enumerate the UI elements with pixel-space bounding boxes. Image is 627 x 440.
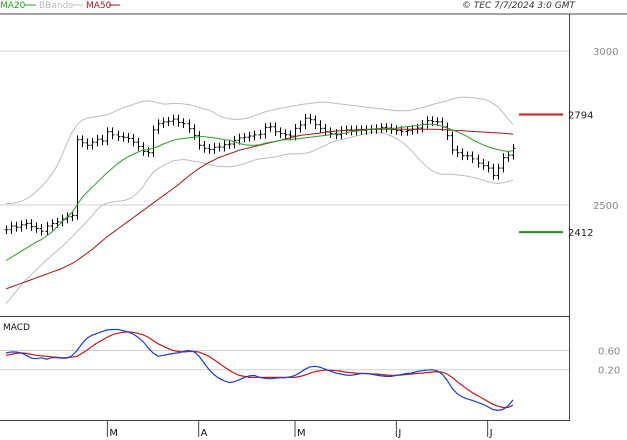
price-level-label: 2794 — [568, 110, 593, 121]
macd-axis-ticks: 0.60 0.20 — [598, 347, 620, 377]
bollinger-bands — [5, 96, 514, 305]
legend-ma50-label: MA50 — [86, 1, 112, 11]
legend-ma20-label: MA20 — [0, 1, 26, 11]
macd-tick-label: 0.20 — [598, 366, 620, 377]
price-axis-ticks: 3000 2500 — [593, 47, 618, 212]
copyright-text: © TEC 7/7/2024 3:0 GMT — [462, 1, 577, 11]
time-tick-label: J — [489, 428, 493, 439]
time-axis-ticks: MAMJJ — [106, 421, 493, 439]
stock-chart: MA20 BBands MA50 © TEC 7/7/2024 3:0 GMT … — [0, 1, 627, 439]
time-tick-label: M — [109, 428, 118, 439]
macd-gridlines — [0, 350, 569, 371]
time-tick-label: M — [297, 428, 306, 439]
ohlc-bars — [4, 113, 516, 236]
moving-averages — [5, 123, 514, 290]
price-gridlines — [0, 50, 569, 206]
macd-tick-label: 0.60 — [598, 347, 620, 358]
ma50-line — [5, 128, 514, 290]
bb-lower-line — [5, 131, 514, 305]
time-tick-label: A — [201, 428, 208, 439]
chart-legend: MA20 BBands MA50 — [0, 1, 120, 11]
price-tick-label: 3000 — [593, 47, 618, 58]
bb-upper-line — [6, 96, 514, 204]
legend-bbands-label: BBands — [39, 1, 73, 11]
macd-title: MACD — [3, 323, 30, 333]
price-level-label: 2412 — [568, 228, 593, 239]
time-tick-label: J — [397, 428, 401, 439]
price-tick-label: 2500 — [593, 201, 618, 212]
price-levels: 2794 2412 — [519, 110, 593, 239]
